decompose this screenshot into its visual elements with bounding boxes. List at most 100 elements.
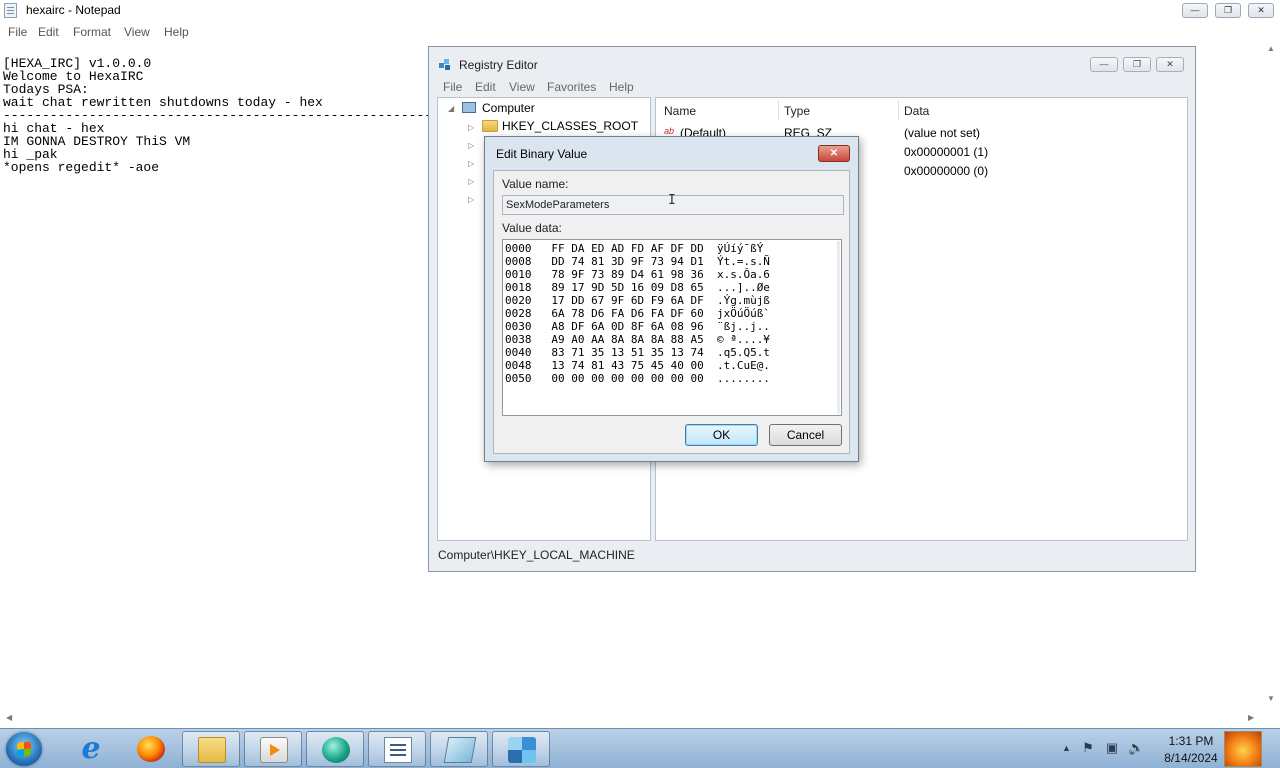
value-data: 0x00000001 (1) bbox=[904, 145, 989, 159]
hex-bytes: 13 74 81 43 75 45 40 00 bbox=[551, 359, 704, 372]
tree-item-hkey-classes-root[interactable]: HKEY_CLASSES_ROOT bbox=[502, 119, 638, 133]
hex-row[interactable]: 0010 78 9F 73 89 D4 61 98 36 x.s.Ôa.6 bbox=[505, 268, 770, 281]
expand-arrow-icon[interactable]: ▷ bbox=[468, 195, 474, 204]
hex-address: 0010 bbox=[505, 268, 532, 281]
scroll-down-arrow-icon[interactable]: ▼ bbox=[1267, 694, 1275, 703]
maximize-button[interactable]: ❐ bbox=[1123, 57, 1151, 72]
dialog-close-button[interactable]: ✕ bbox=[818, 145, 850, 162]
column-divider[interactable] bbox=[898, 100, 899, 120]
hex-address: 0040 bbox=[505, 346, 532, 359]
hex-row[interactable]: 0028 6A 78 D6 FA D6 FA DF 60 jxÖúÖúß` bbox=[505, 307, 770, 320]
menu-edit[interactable]: Edit bbox=[38, 25, 59, 39]
taskbar-explorer[interactable] bbox=[182, 731, 240, 767]
hex-bytes: DD 74 81 3D 9F 73 94 D1 bbox=[551, 255, 704, 268]
close-button[interactable]: ✕ bbox=[1156, 57, 1184, 72]
hex-bytes: A8 DF 6A 0D 8F 6A 08 96 bbox=[551, 320, 704, 333]
taskbar-firefox[interactable] bbox=[122, 731, 180, 767]
minimize-button[interactable]: — bbox=[1090, 57, 1118, 72]
scroll-left-arrow-icon[interactable]: ◀ bbox=[6, 713, 12, 722]
hex-address: 0018 bbox=[505, 281, 532, 294]
hex-ascii: ........ bbox=[716, 372, 770, 385]
hex-row[interactable]: 0000 FF DA ED AD FD AF DF DD ÿÚí­ý¯ßÝ bbox=[505, 242, 763, 255]
hex-ascii: ...]..Øe bbox=[716, 281, 770, 294]
hex-row[interactable]: 0020 17 DD 67 9F 6D F9 6A DF .Ýg.mùjß bbox=[505, 294, 770, 307]
close-button[interactable]: ✕ bbox=[1248, 3, 1274, 18]
volume-muted-icon[interactable]: 🔈 bbox=[1128, 740, 1144, 756]
hex-row[interactable]: 0050 00 00 00 00 00 00 00 00 ........ bbox=[505, 372, 770, 385]
horizontal-scrollbar[interactable]: ◀ ▶ bbox=[0, 710, 1262, 727]
value-data-hex-editor[interactable]: 0000 FF DA ED AD FD AF DF DD ÿÚí­ý¯ßÝ 000… bbox=[502, 239, 842, 416]
expand-arrow-icon[interactable]: ▷ bbox=[468, 141, 474, 150]
hex-ascii: .t.CuE@. bbox=[716, 359, 770, 372]
registry-editor-titlebar[interactable]: Registry Editor — ❐ ✕ bbox=[429, 47, 1195, 77]
hex-bytes: 89 17 9D 5D 16 09 D8 65 bbox=[551, 281, 704, 294]
ok-button[interactable]: OK bbox=[685, 424, 758, 446]
expand-arrow-icon[interactable]: ▷ bbox=[468, 159, 474, 168]
hex-ascii: Ýt.=.s.Ñ bbox=[716, 255, 770, 268]
hex-address: 0038 bbox=[505, 333, 532, 346]
taskbar-media-player[interactable] bbox=[244, 731, 302, 767]
minimize-button[interactable]: — bbox=[1182, 3, 1208, 18]
hex-bytes: 78 9F 73 89 D4 61 98 36 bbox=[551, 268, 704, 281]
taskbar-app-cube[interactable] bbox=[492, 731, 550, 767]
hex-row[interactable]: 0008 DD 74 81 3D 9F 73 94 D1 Ýt.=.s.Ñ bbox=[505, 255, 770, 268]
menu-help[interactable]: Help bbox=[164, 25, 189, 39]
cancel-button[interactable]: Cancel bbox=[769, 424, 842, 446]
hex-row[interactable]: 0038 A9 A0 AA 8A 8A 8A 88 A5 © ª....¥ bbox=[505, 333, 770, 346]
collapse-arrow-icon[interactable]: ◢ bbox=[448, 104, 454, 113]
notepad-title: hexairc - Notepad bbox=[26, 3, 121, 17]
hex-address: 0030 bbox=[505, 320, 532, 333]
hex-bytes: 00 00 00 00 00 00 00 00 bbox=[551, 372, 704, 385]
show-hidden-icons-arrow-icon[interactable]: ▲ bbox=[1062, 743, 1071, 753]
clock-time[interactable]: 1:31 PM bbox=[1160, 734, 1222, 748]
hex-row[interactable]: 0040 83 71 35 13 51 35 13 74 .q5.Q5.t bbox=[505, 346, 770, 359]
firefox-icon bbox=[137, 736, 165, 762]
browser-ball-icon bbox=[322, 737, 350, 763]
column-header-type[interactable]: Type bbox=[784, 104, 810, 118]
registry-editor-menubar: File Edit View Favorites Help bbox=[429, 77, 1195, 97]
menu-file[interactable]: File bbox=[443, 80, 462, 94]
hex-editor-scrollbar[interactable] bbox=[837, 241, 840, 414]
value-data: 0x00000000 (0) bbox=[904, 164, 989, 178]
hex-row[interactable]: 0048 13 74 81 43 75 45 40 00 .t.CuE@. bbox=[505, 359, 770, 372]
folder-icon bbox=[482, 120, 498, 132]
hex-bytes: FF DA ED AD FD AF DF DD bbox=[551, 242, 704, 255]
taskbar-regedit[interactable] bbox=[430, 731, 488, 767]
menu-format[interactable]: Format bbox=[73, 25, 111, 39]
taskbar-notepad[interactable] bbox=[368, 731, 426, 767]
taskbar-internet-explorer[interactable]: e bbox=[62, 731, 120, 767]
expand-arrow-icon[interactable]: ▷ bbox=[468, 177, 474, 186]
start-button[interactable] bbox=[6, 732, 42, 766]
hex-row[interactable]: 0018 89 17 9D 5D 16 09 D8 65 ...]..Øe bbox=[505, 281, 770, 294]
hex-address: 0050 bbox=[505, 372, 532, 385]
hex-row[interactable]: 0030 A8 DF 6A 0D 8F 6A 08 96 ¨ßj..j.. bbox=[505, 320, 770, 333]
column-header-name[interactable]: Name bbox=[664, 104, 696, 118]
menu-view[interactable]: View bbox=[124, 25, 150, 39]
taskbar-browser[interactable] bbox=[306, 731, 364, 767]
notepad-icon bbox=[384, 737, 412, 763]
scroll-up-arrow-icon[interactable]: ▲ bbox=[1267, 44, 1275, 53]
maximize-button[interactable]: ❐ bbox=[1215, 3, 1241, 18]
tree-item-computer[interactable]: Computer bbox=[482, 101, 535, 115]
menu-file[interactable]: File bbox=[8, 25, 27, 39]
expand-arrow-icon[interactable]: ▷ bbox=[468, 123, 474, 132]
clock-date[interactable]: 8/14/2024 bbox=[1156, 751, 1226, 765]
vertical-scrollbar[interactable]: ▲ ▼ bbox=[1262, 42, 1280, 710]
network-icon[interactable]: ▣ bbox=[1104, 740, 1120, 756]
hex-address: 0028 bbox=[505, 307, 532, 320]
menu-favorites[interactable]: Favorites bbox=[547, 80, 596, 94]
menu-help[interactable]: Help bbox=[609, 80, 634, 94]
menu-edit[interactable]: Edit bbox=[475, 80, 496, 94]
explorer-icon bbox=[198, 737, 226, 763]
hex-ascii: © ª....¥ bbox=[716, 333, 770, 346]
show-desktop-button[interactable] bbox=[1224, 731, 1262, 767]
notepad-titlebar[interactable]: hexairc - Notepad — ❐ ✕ bbox=[0, 0, 1280, 22]
column-header-data[interactable]: Data bbox=[904, 104, 929, 118]
action-center-flag-icon[interactable]: ⚑ bbox=[1080, 740, 1096, 756]
column-divider[interactable] bbox=[778, 100, 779, 120]
value-data-label: Value data: bbox=[502, 221, 562, 235]
menu-view[interactable]: View bbox=[509, 80, 535, 94]
notepad-app-icon bbox=[4, 3, 17, 18]
media-player-icon bbox=[260, 737, 288, 763]
scroll-right-arrow-icon[interactable]: ▶ bbox=[1248, 713, 1254, 722]
